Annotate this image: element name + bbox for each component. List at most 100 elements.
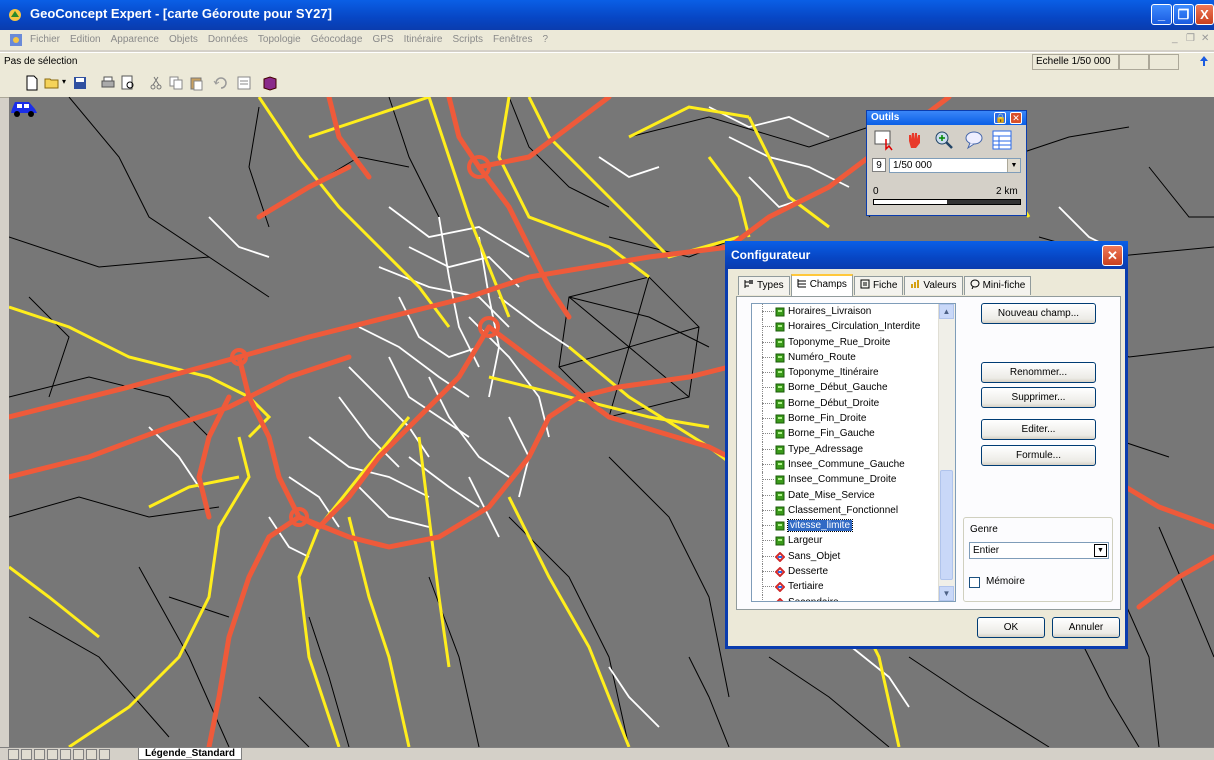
genre-select[interactable]: Entier▼ xyxy=(969,542,1109,559)
list-item[interactable]: Sans_Objet xyxy=(752,549,955,564)
menu-objets[interactable]: Objets xyxy=(169,30,198,50)
menu-topologie[interactable]: Topologie xyxy=(258,30,301,50)
open-dropdown-icon[interactable]: ▾ xyxy=(62,77,66,86)
tab-champs[interactable]: Champs xyxy=(791,274,853,296)
list-item[interactable]: Toponyme_Rue_Droite xyxy=(752,335,955,350)
close-button[interactable]: X xyxy=(1195,4,1214,25)
list-item[interactable]: Largeur xyxy=(752,533,955,548)
dialog-tabs: Types Champs Fiche Valeurs Mini-fiche xyxy=(738,274,1032,294)
restore-button[interactable]: ❐ xyxy=(1173,4,1194,25)
mdi-minimize-icon[interactable]: _ xyxy=(1172,33,1178,44)
zoom-tool-icon[interactable] xyxy=(933,129,955,151)
paste-icon[interactable] xyxy=(188,75,204,91)
first-tab-icon[interactable] xyxy=(8,749,19,760)
edit-button[interactable]: Editer... xyxy=(981,419,1096,440)
next-tab-icon[interactable] xyxy=(34,749,45,760)
save-icon[interactable] xyxy=(72,75,88,91)
menu-apparence[interactable]: Apparence xyxy=(111,30,159,50)
cancel-button[interactable]: Annuler xyxy=(1052,617,1120,638)
chevron-down-icon[interactable]: ▼ xyxy=(1094,544,1107,557)
field-label: Numéro_Route xyxy=(788,352,856,363)
new-file-icon[interactable] xyxy=(24,75,40,91)
memory-checkbox[interactable] xyxy=(969,577,980,588)
field-icon xyxy=(775,460,785,470)
list-item[interactable]: Insee_Commune_Droite xyxy=(752,472,955,487)
tree-connector xyxy=(762,326,774,327)
new-field-button[interactable]: Nouveau champ... xyxy=(981,303,1096,324)
select-tool-icon[interactable] xyxy=(873,129,895,151)
menu-edition[interactable]: Edition xyxy=(70,30,101,50)
list-item[interactable]: Secondaire xyxy=(752,595,955,602)
field-list-scrollbar[interactable]: ▲ ▼ xyxy=(938,304,955,601)
outils-lock-icon[interactable]: 🔒 xyxy=(994,112,1006,124)
dialog-title[interactable]: Configurateur xyxy=(725,241,1128,269)
list-item[interactable]: Desserte xyxy=(752,564,955,579)
list-item[interactable]: vitesse_limite xyxy=(752,518,955,533)
menu-itineraire[interactable]: Itinéraire xyxy=(404,30,443,50)
print-preview-icon[interactable] xyxy=(120,75,136,91)
delete-button[interactable]: Supprimer... xyxy=(981,387,1096,408)
legend-grid-icon[interactable] xyxy=(73,749,84,760)
menu-fenetres[interactable]: Fenêtres xyxy=(493,30,532,50)
minimize-button[interactable]: _ xyxy=(1151,4,1172,25)
tab-types-label: Types xyxy=(757,280,784,291)
menu-donnees[interactable]: Données xyxy=(208,30,248,50)
menu-gps[interactable]: GPS xyxy=(372,30,393,50)
copy-icon[interactable] xyxy=(168,75,184,91)
legend-tool-icon[interactable] xyxy=(60,749,71,760)
list-item[interactable]: Tertiaire xyxy=(752,579,955,594)
mdi-close-icon[interactable]: ✕ xyxy=(1201,33,1209,44)
info-icon[interactable] xyxy=(1198,55,1210,67)
list-item[interactable]: Horaires_Circulation_Interdite xyxy=(752,319,955,334)
configurateur-dialog: Configurateur ✕ Types Champs Fiche Valeu… xyxy=(725,241,1128,649)
scroll-down-icon[interactable]: ▼ xyxy=(939,586,954,601)
table-tool-icon[interactable] xyxy=(991,129,1013,151)
menu-scripts[interactable]: Scripts xyxy=(452,30,483,50)
legend-list-icon[interactable] xyxy=(86,749,97,760)
tab-types[interactable]: Types xyxy=(738,276,790,295)
list-item[interactable]: Toponyme_Itinéraire xyxy=(752,365,955,380)
tab-mini-fiche[interactable]: Mini-fiche xyxy=(964,276,1032,295)
list-item[interactable]: Date_Mise_Service xyxy=(752,488,955,503)
prev-tab-icon[interactable] xyxy=(21,749,32,760)
field-list[interactable]: Horaires_LivraisonHoraires_Circulation_I… xyxy=(751,303,956,602)
open-folder-icon[interactable] xyxy=(44,75,60,91)
tab-valeurs[interactable]: Valeurs xyxy=(904,276,962,295)
legend-standard-tab[interactable]: Légende_Standard xyxy=(138,748,242,760)
dialog-close-button[interactable]: ✕ xyxy=(1102,245,1123,266)
list-item[interactable]: Borne_Début_Gauche xyxy=(752,380,955,395)
scroll-thumb[interactable] xyxy=(940,470,953,580)
menu-fichier[interactable]: Fichier xyxy=(30,30,60,50)
rename-button[interactable]: Renommer... xyxy=(981,362,1096,383)
list-item[interactable]: Borne_Fin_Gauche xyxy=(752,426,955,441)
book-icon[interactable] xyxy=(262,75,278,91)
list-item[interactable]: Borne_Début_Droite xyxy=(752,396,955,411)
list-item[interactable]: Type_Adressage xyxy=(752,442,955,457)
print-icon[interactable] xyxy=(100,75,116,91)
list-item[interactable]: Numéro_Route xyxy=(752,350,955,365)
chevron-down-icon[interactable]: ▼ xyxy=(1007,159,1020,172)
list-item[interactable]: Insee_Commune_Gauche xyxy=(752,457,955,472)
vehicle-position-icon[interactable] xyxy=(9,97,39,117)
champs-icon xyxy=(797,278,807,288)
comment-tool-icon[interactable] xyxy=(963,129,985,151)
list-item[interactable]: Borne_Fin_Droite xyxy=(752,411,955,426)
cut-icon[interactable] xyxy=(148,75,164,91)
mdi-restore-icon[interactable]: ❐ xyxy=(1186,33,1195,44)
list-item[interactable]: Classement_Fonctionnel xyxy=(752,503,955,518)
ok-button[interactable]: OK xyxy=(977,617,1045,638)
undo-icon[interactable] xyxy=(212,75,228,91)
types-icon xyxy=(744,279,754,289)
tab-fiche[interactable]: Fiche xyxy=(854,276,903,295)
last-tab-icon[interactable] xyxy=(47,749,58,760)
pan-hand-icon[interactable] xyxy=(903,129,925,151)
scroll-up-icon[interactable]: ▲ xyxy=(939,304,954,319)
list-item[interactable]: Horaires_Livraison xyxy=(752,304,955,319)
menu-help[interactable]: ? xyxy=(543,30,549,50)
properties-icon[interactable] xyxy=(236,75,252,91)
formula-button[interactable]: Formule... xyxy=(981,445,1096,466)
zoom-scale-select[interactable]: 1/50 000▼ xyxy=(889,158,1021,173)
menu-geocodage[interactable]: Géocodage xyxy=(311,30,363,50)
outils-close-icon[interactable]: ✕ xyxy=(1010,112,1022,124)
legend-options-icon[interactable] xyxy=(99,749,110,760)
